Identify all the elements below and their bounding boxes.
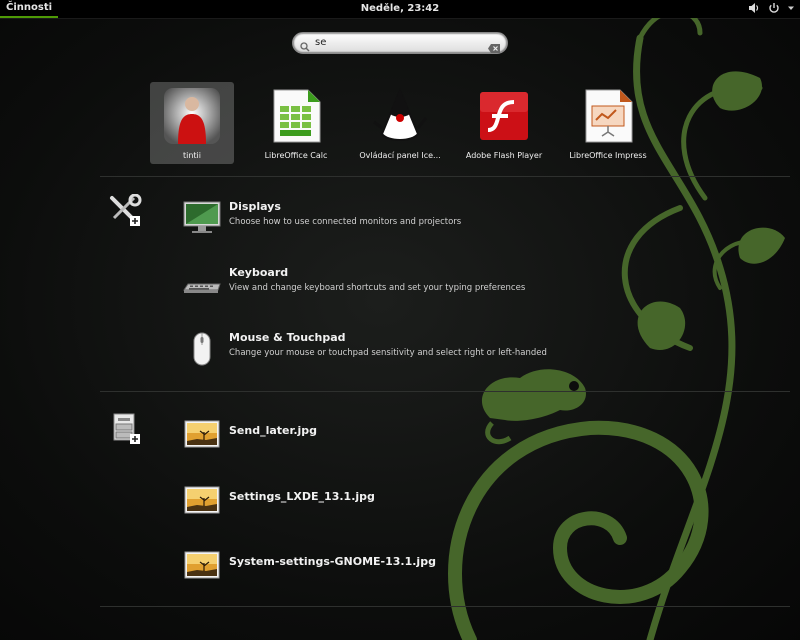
search-box[interactable] (292, 32, 508, 54)
settings-item-displays[interactable]: Displays Choose how to use connected mon… (180, 196, 740, 240)
file-item[interactable]: Settings_LXDE_13.1.jpg (180, 478, 740, 522)
file-item-title: Send_later.jpg (229, 424, 318, 437)
spreadsheet-icon (273, 89, 321, 143)
tools-icon[interactable] (108, 194, 142, 228)
section-divider (100, 606, 790, 607)
image-file-icon (184, 420, 220, 448)
settings-item-description: Choose how to use connected monitors and… (229, 217, 462, 227)
app-adobe-flash-player[interactable]: Adobe Flash Player (462, 82, 546, 164)
java-duke-icon (373, 88, 428, 141)
settings-item-description: Change your mouse or touchpad sensitivit… (229, 348, 547, 358)
image-file-icon (184, 486, 220, 514)
file-item-title: System-settings-GNOME-13.1.jpg (229, 555, 436, 568)
chevron-down-icon[interactable] (788, 5, 794, 11)
mouse-icon (193, 332, 211, 366)
app-label: Adobe Flash Player (465, 151, 543, 160)
search-input[interactable] (315, 35, 475, 50)
app-label: LibreOffice Impress (569, 151, 647, 160)
settings-item-keyboard[interactable]: Keyboard View and change keyboard shortc… (180, 262, 740, 306)
app-results: tintii LibreOffice Calc Ovládací panel I… (0, 80, 800, 166)
file-item-title: Settings_LXDE_13.1.jpg (229, 490, 375, 503)
app-libreoffice-impress[interactable]: LibreOffice Impress (566, 82, 650, 164)
app-tintii[interactable]: tintii (150, 82, 234, 164)
section-divider (100, 391, 790, 392)
app-label: tintii (182, 151, 201, 160)
flash-icon (480, 92, 528, 140)
settings-item-title: Mouse & Touchpad (229, 331, 346, 344)
power-icon[interactable] (768, 2, 780, 14)
file-manager-icon[interactable] (108, 412, 142, 446)
monitor-icon (183, 201, 221, 233)
app-label: LibreOffice Calc (264, 151, 328, 160)
volume-icon[interactable] (748, 2, 760, 14)
settings-item-description: View and change keyboard shortcuts and s… (229, 283, 526, 293)
image-file-icon (184, 551, 220, 579)
app-java-control-panel[interactable]: Ovládací panel Ice... (358, 82, 442, 164)
file-item[interactable]: System-settings-GNOME-13.1.jpg (180, 543, 740, 587)
top-bar: Činnosti Neděle, 23:42 (0, 0, 800, 19)
app-libreoffice-calc[interactable]: LibreOffice Calc (254, 82, 338, 164)
clock[interactable]: Neděle, 23:42 (0, 0, 800, 17)
file-item[interactable]: Send_later.jpg (180, 412, 740, 456)
keyboard-icon (183, 283, 221, 293)
system-status-area[interactable] (748, 2, 794, 14)
settings-item-title: Keyboard (229, 266, 289, 279)
settings-item-mouse-touchpad[interactable]: Mouse & Touchpad Change your mouse or to… (180, 327, 740, 371)
person-photo-icon (164, 88, 220, 144)
clear-icon[interactable] (488, 38, 500, 57)
presentation-icon (585, 89, 633, 143)
search-icon (300, 37, 310, 56)
app-label: Ovládací panel Ice... (359, 151, 441, 160)
section-divider (100, 176, 790, 177)
settings-item-title: Displays (229, 200, 281, 213)
